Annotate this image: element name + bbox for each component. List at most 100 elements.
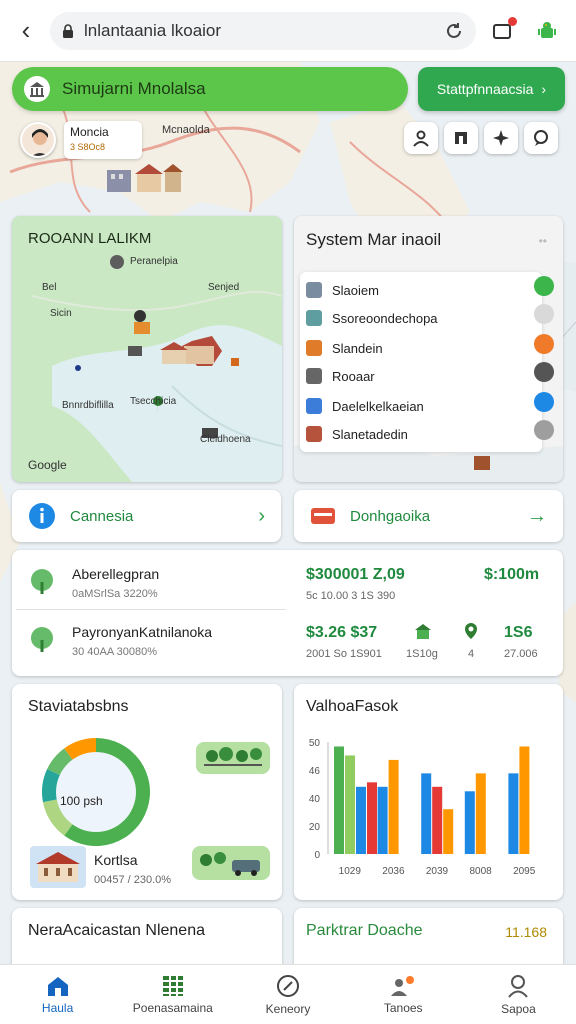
nav-label: Tanoes [383,1000,423,1015]
nav-home[interactable]: Haula [0,965,115,1024]
system-item[interactable]: Rooaar [306,368,375,384]
chart-title: ValhoaFasok [306,698,399,715]
profile-sub: 3 S8Oc8 [70,142,106,152]
bar-chart: 50 46 40 20 0 1029 2036 2039 8008 2095 [309,738,536,877]
navigate-tool-button[interactable] [484,122,518,154]
nav-card-label: Donhgaoika [350,507,431,525]
stat-detail: 1S10g [406,648,438,660]
person-icon [413,130,429,147]
nav-programs[interactable]: Poenasamaina [115,965,230,1024]
nav-card-cannesia[interactable]: Cannesia › [12,490,281,542]
system-item[interactable]: Slaoiem [306,282,379,298]
nav-profile[interactable]: Sapoa [461,965,576,1024]
bottom-left-title: NeraAcaicastan Nlenena [28,922,205,939]
bottom-left-card[interactable]: NeraAcaicastan Nlenena [12,908,282,968]
bar [356,786,366,854]
back-icon[interactable]: ‹ [12,15,40,45]
stat-row[interactable]: PayronyanKatnilanoka 30 40AA 30080% $3.2… [28,618,548,668]
y-tick-label: 50 [309,738,321,749]
chat-tool-button[interactable] [524,122,558,154]
y-tick-label: 0 [314,850,320,861]
bar [432,786,443,854]
stat-row[interactable]: Aberellegpran 0aMSrlSa 3220% $300001 Z,0… [28,560,548,610]
region-map-card[interactable]: ROOANN LALIKM Peranelpia Bel Senjed Sici… [12,216,282,482]
chevron-right-icon: › [258,504,265,527]
bar [508,773,519,854]
system-item[interactable]: Ssoreoondechopa [306,310,438,326]
car-park-icon [192,846,270,880]
notification-badge [508,16,517,26]
donut-chart [42,738,150,846]
nav-label: Haula [41,1000,74,1015]
system-item[interactable]: Slandein [306,340,383,356]
region-map-title: ROOANN LALIKM [28,230,152,247]
nav-card-label: Cannesia [70,507,134,525]
map-attribution: Google [28,458,67,472]
status-indicator[interactable] [534,334,554,354]
bar [345,755,355,854]
profile-card[interactable]: Moncia 3 S8Oc8 [64,121,142,159]
system-item-label: Daelelkelkaeian [332,398,424,414]
people-icon [391,975,415,996]
bar [334,746,344,854]
url-text: lnlantaania lkoaior [84,20,222,40]
start-button-label: Stattpfnnaacsia [436,81,534,97]
status-indicator[interactable] [534,392,554,412]
pin-icon [465,623,477,639]
system-item-icon [306,282,322,298]
more-icon[interactable]: •• [539,234,547,248]
stat-value: $300001 Z,09 [306,566,405,583]
stat-detail: 4 [468,648,475,660]
system-item-label: Ssoreoondechopa [332,310,438,326]
x-tick-label: 2039 [426,866,449,877]
person-tool-button[interactable] [404,122,438,154]
status-indicator[interactable] [534,304,554,324]
bottom-navigation: Haula Poenasamaina Keneory Tanoes Sapoa [0,964,576,1024]
tree-icon [31,627,53,652]
system-item-icon [306,398,322,414]
stat-total: $:100m [484,566,540,583]
home-icon [47,976,68,996]
start-simulation-button[interactable]: Stattpfnnaacsia › [418,67,565,111]
nav-history[interactable]: Keneory [230,965,345,1024]
bar [475,773,486,854]
y-tick-label: 40 [309,794,321,805]
map-label: Senjed [208,282,240,293]
x-tick-label: 2036 [382,866,405,877]
status-title: Staviatabsbns [28,698,129,715]
bar [519,746,530,854]
stats-card: Aberellegpran 0aMSrlSa 3220% $300001 Z,0… [12,550,563,676]
status-indicator[interactable] [534,362,554,382]
system-item[interactable]: Daelelkelkaeian [306,398,424,414]
status-indicator[interactable] [534,276,554,296]
reload-icon[interactable] [444,21,464,41]
bottom-right-card[interactable]: Parktrar Doache 11.168 [294,908,563,968]
temple-icon [24,76,50,102]
status-indicator[interactable] [534,420,554,440]
map-label: Bel [42,282,57,293]
nav-card-donhgaoika[interactable]: Donhgaoika → [294,490,563,542]
system-item-icon [306,426,322,442]
x-tick-label: 8008 [469,866,492,877]
bottom-right-title: Parktrar Doache [306,922,423,939]
nav-label: Sapoa [501,1001,536,1016]
avatar[interactable] [20,122,56,158]
extension-button[interactable] [530,14,564,48]
bookmark-icon [455,132,467,144]
tabs-button[interactable] [486,14,520,48]
system-list: Slaoiem Ssoreoondechopa Slandein Rooaar … [300,272,542,452]
bookmark-tool-button[interactable] [444,122,478,154]
address-bar[interactable]: lnlantaania lkoaior [50,11,476,50]
grid-icon [162,975,183,996]
info-icon [29,503,55,529]
y-tick-label: 46 [309,766,321,777]
divider [16,609,286,610]
app-title-bar[interactable]: Simujarni Mnolalsa [12,67,408,111]
system-item[interactable]: Slanetadedin [306,426,408,442]
profile-name: Moncia [70,125,109,139]
stat-detail: 2001 So 1S901 [306,648,382,660]
building-icon [415,624,431,639]
map-label: Peranelpia [130,256,178,267]
nav-teams[interactable]: Tanoes [346,965,461,1024]
bar [388,759,399,854]
